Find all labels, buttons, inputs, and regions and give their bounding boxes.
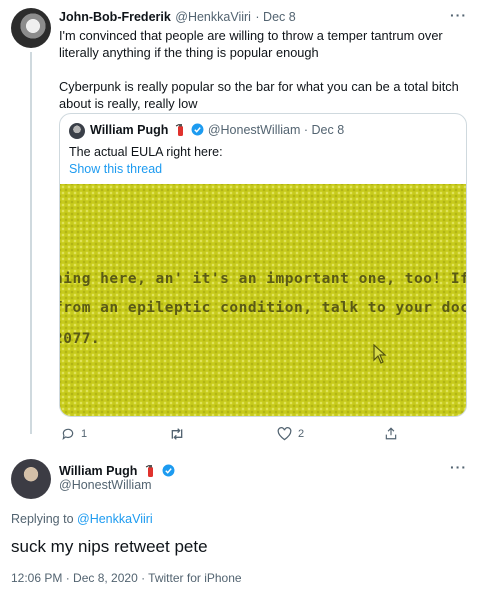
quoted-header: William Pugh @HonestWilliam · Dec 8 xyxy=(90,123,344,137)
replying-to-link[interactable]: @HenkkaViiri xyxy=(77,512,153,526)
fire-extinguisher-emoji-icon xyxy=(145,465,153,477)
tweet-text: I'm convinced that people are willing to… xyxy=(59,28,459,111)
share-button[interactable] xyxy=(384,426,404,441)
main-author-handle[interactable]: @HonestWilliam xyxy=(59,478,152,492)
like-button[interactable]: 2 xyxy=(277,427,304,441)
like-count: 2 xyxy=(298,428,305,440)
replying-to-line: Replying to @HenkkaViiri xyxy=(11,512,153,526)
tweet-timestamp-source[interactable]: 12:06 PM · Dec 8, 2020 · Twitter for iPh… xyxy=(11,571,242,585)
image-text-line-2: from an epileptic condition, talk to you… xyxy=(60,300,466,316)
tweet-date[interactable]: · Dec 8 xyxy=(255,10,295,24)
share-icon xyxy=(385,427,397,440)
verified-badge-icon xyxy=(162,464,175,477)
quoted-author-name: William Pugh xyxy=(90,123,169,137)
quoted-date: · Dec 8 xyxy=(303,123,345,137)
quoted-avatar xyxy=(69,123,85,139)
replying-to-label: Replying to xyxy=(11,512,78,526)
more-options-icon[interactable]: ··· xyxy=(450,7,467,23)
tweet-header: John-Bob-Frederik @HenkkaViiri · Dec 8 xyxy=(59,8,296,26)
verified-badge-icon xyxy=(191,123,204,136)
show-thread-link[interactable]: Show this thread xyxy=(69,162,162,176)
reply-count: 1 xyxy=(81,428,88,440)
quoted-text: The actual EULA right here: xyxy=(69,145,223,159)
main-tweet-text: suck my nips retweet pete xyxy=(11,537,208,556)
image-text-line-3: 2077. xyxy=(60,331,101,347)
quoted-media-image[interactable]: hing here, an' it's an important one, to… xyxy=(60,184,466,416)
reply-button[interactable]: 1 xyxy=(61,427,87,441)
mouse-cursor-icon xyxy=(373,344,387,364)
heart-icon xyxy=(277,427,292,441)
author-name[interactable]: John-Bob-Frederik xyxy=(59,10,171,24)
quoted-author-handle: @HonestWilliam xyxy=(207,123,301,137)
retweet-button[interactable] xyxy=(169,427,191,441)
author-handle[interactable]: @HenkkaViiri xyxy=(175,10,251,24)
image-text-line-1: hing here, an' it's an important one, to… xyxy=(60,271,466,287)
thread-connector-line xyxy=(30,52,32,434)
more-options-icon[interactable]: ··· xyxy=(450,459,467,475)
main-author-name[interactable]: William Pugh xyxy=(59,464,137,478)
quoted-tweet-card[interactable]: William Pugh @HonestWilliam · Dec 8 The … xyxy=(59,113,467,417)
reply-icon xyxy=(62,428,74,441)
avatar-john-bob-frederik[interactable] xyxy=(11,8,51,48)
retweet-icon xyxy=(171,428,183,440)
fire-extinguisher-emoji-icon xyxy=(175,124,183,136)
avatar-william-pugh[interactable] xyxy=(11,459,51,499)
